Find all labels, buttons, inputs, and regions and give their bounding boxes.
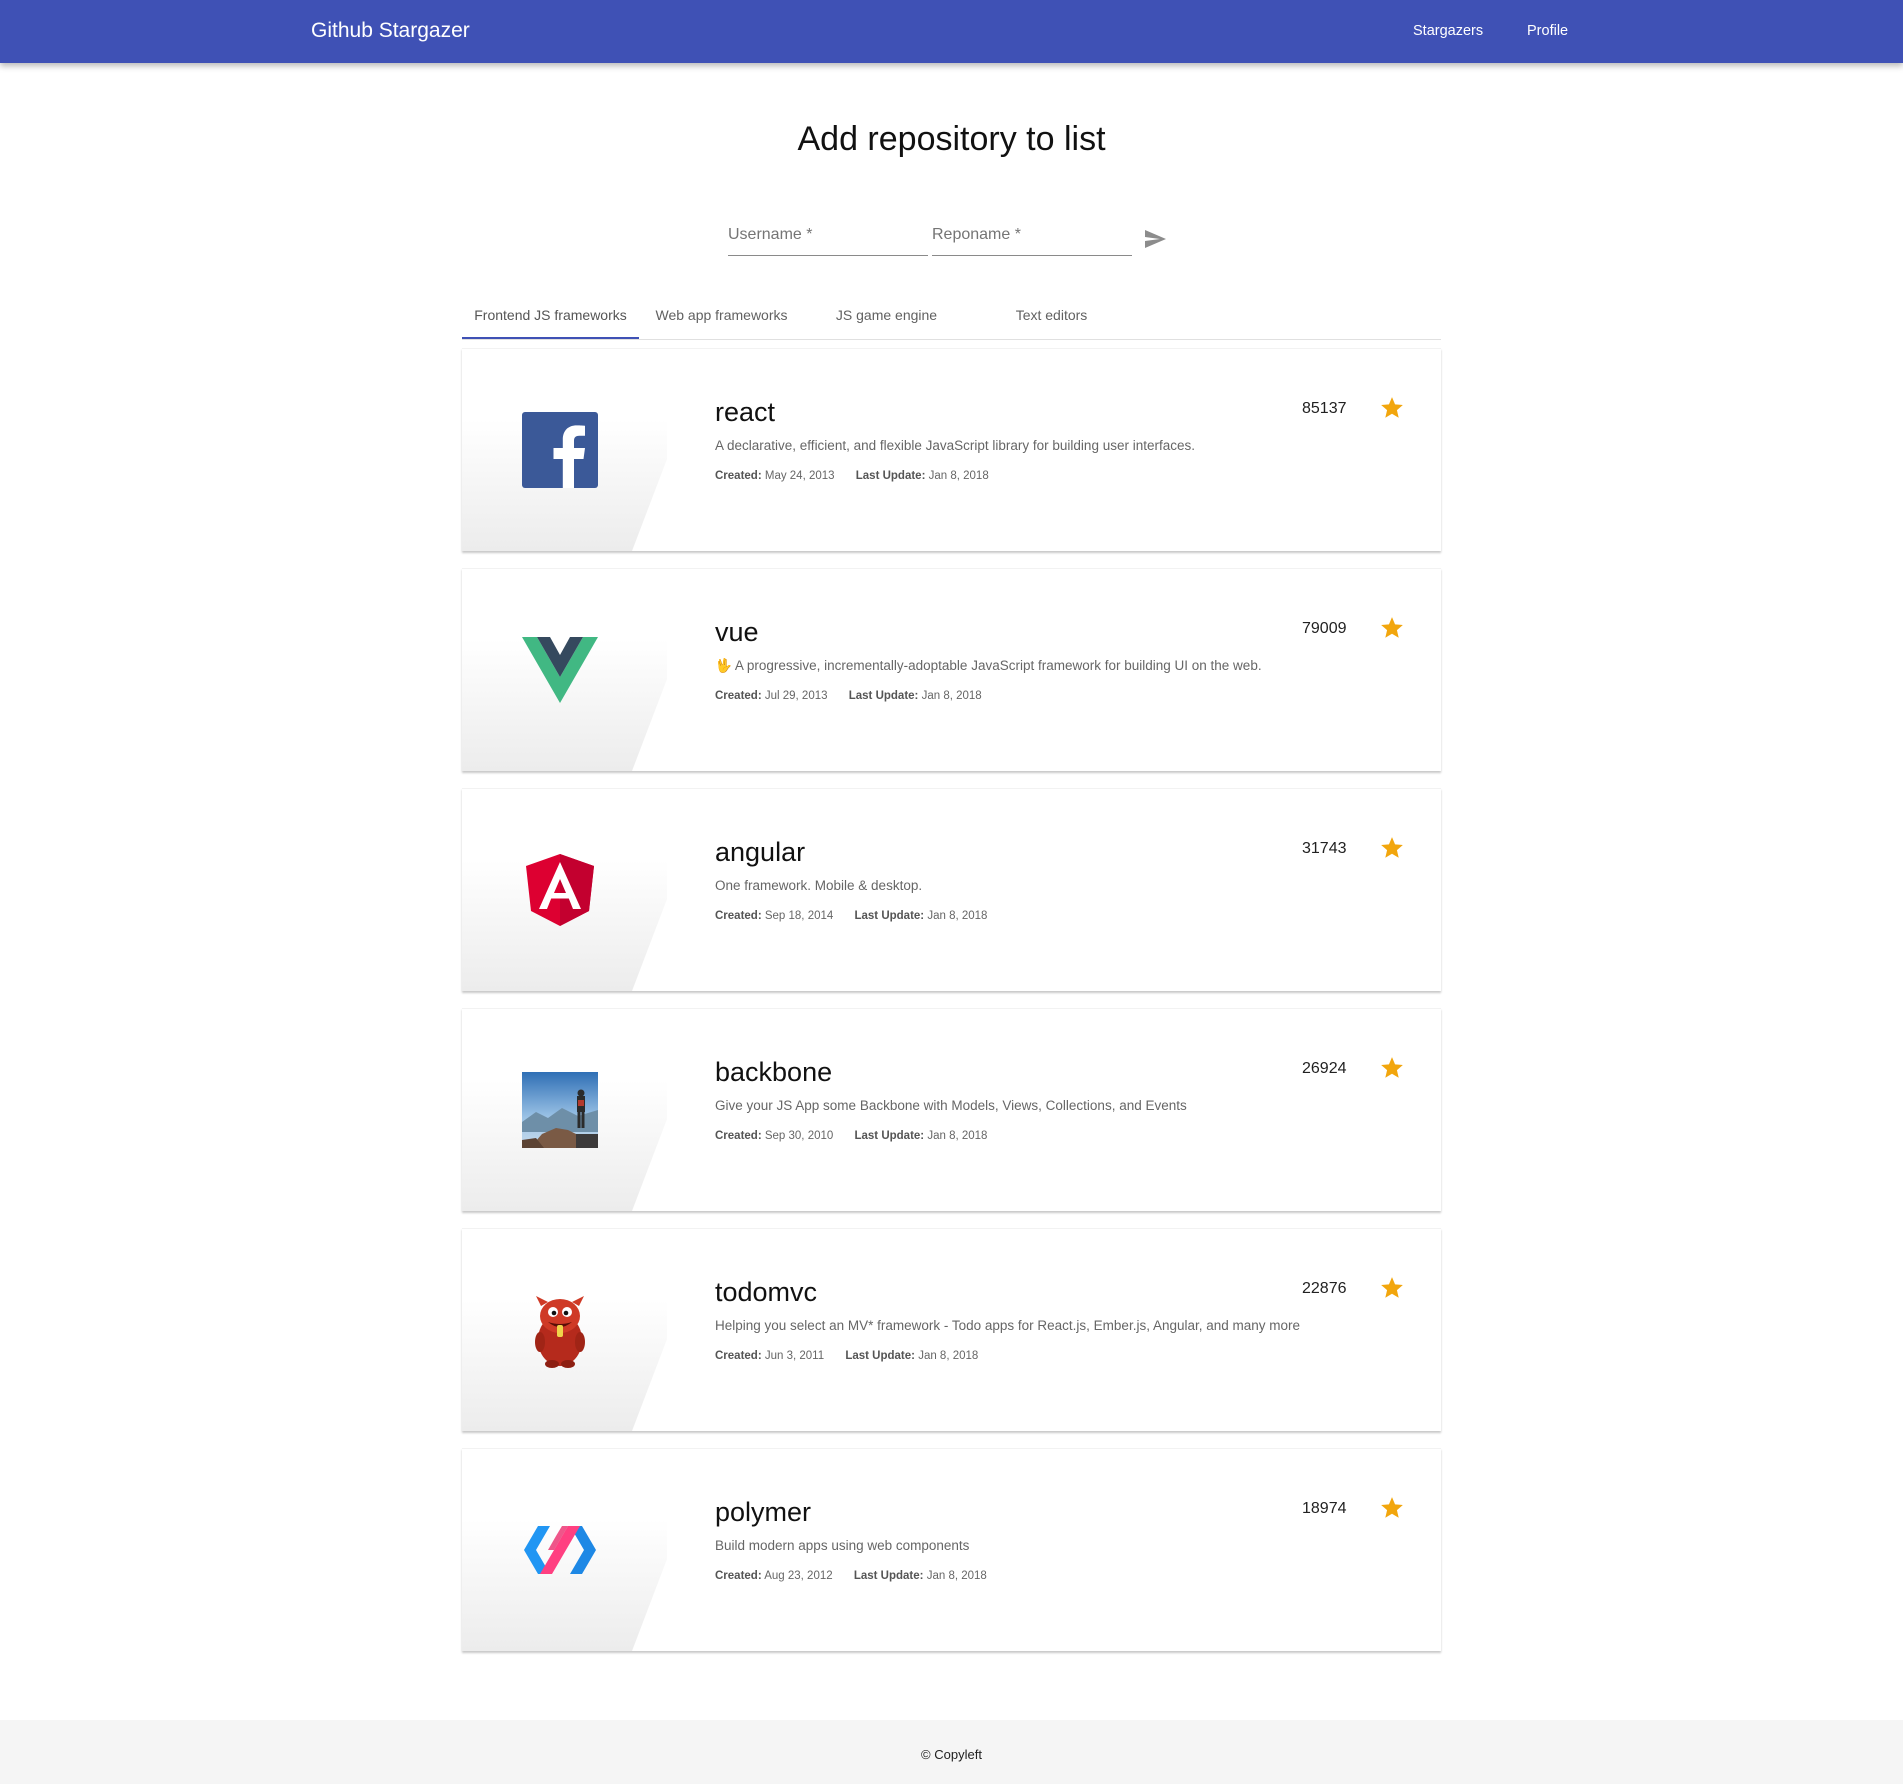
- repo-dates: Created: Jun 3, 2011 Last Update: Jan 8,…: [715, 1350, 978, 1362]
- star-icon[interactable]: [1379, 1495, 1405, 1521]
- star-icon[interactable]: [1379, 1055, 1405, 1081]
- star-icon[interactable]: [1379, 1275, 1405, 1301]
- created-date: Aug 23, 2012: [764, 1570, 833, 1582]
- footer: © Copyleft: [0, 1720, 1903, 1784]
- repo-description: Helping you select an MV* framework - To…: [715, 1318, 1301, 1333]
- send-icon: [1145, 229, 1166, 248]
- updated-date: Jan 8, 2018: [927, 1130, 988, 1142]
- repo-description: Build modern apps using web components: [715, 1538, 970, 1553]
- updated-date: Jan 8, 2018: [921, 690, 982, 702]
- repo-media: [462, 349, 667, 551]
- updated-label: Last Update:: [855, 470, 926, 482]
- repo-card: angular One framework. Mobile & desktop.…: [462, 788, 1441, 991]
- polymer-logo-icon: [522, 1512, 598, 1588]
- repo-card: polymer Build modern apps using web comp…: [462, 1448, 1441, 1651]
- category-tabs: Frontend JS frameworks Web app framework…: [462, 297, 1441, 340]
- repo-card: react A declarative, efficient, and flex…: [462, 348, 1441, 551]
- star-icon[interactable]: [1379, 615, 1405, 641]
- created-label: Created:: [715, 1350, 762, 1362]
- updated-label: Last Update:: [854, 910, 925, 922]
- tab-text-editors[interactable]: Text editors: [969, 297, 1134, 339]
- star-count: 18974: [1302, 1500, 1347, 1517]
- created-date: Jul 29, 2013: [764, 690, 828, 702]
- repo-name[interactable]: angular: [715, 837, 805, 868]
- repo-media: [462, 1009, 667, 1211]
- red-monster-logo-icon: [522, 1292, 598, 1368]
- created-label: Created:: [715, 1130, 762, 1142]
- repo-description: A declarative, efficient, and flexible J…: [715, 438, 1195, 453]
- angular-logo-icon: [522, 852, 598, 928]
- repo-dates: Created: May 24, 2013 Last Update: Jan 8…: [715, 470, 989, 482]
- updated-label: Last Update:: [848, 690, 919, 702]
- created-label: Created:: [715, 910, 762, 922]
- add-repo-button[interactable]: [1141, 226, 1169, 254]
- star-icon[interactable]: [1379, 395, 1405, 421]
- facebook-logo-icon: [522, 412, 598, 488]
- page-title: Add repository to list: [797, 120, 1106, 158]
- username-input[interactable]: [728, 216, 928, 254]
- repo-card: todomvc Helping you select an MV* framew…: [462, 1228, 1441, 1431]
- repo-dates: Created: Jul 29, 2013 Last Update: Jan 8…: [715, 690, 982, 702]
- reponame-field: [932, 216, 1132, 256]
- repo-dates: Created: Aug 23, 2012 Last Update: Jan 8…: [715, 1570, 987, 1582]
- repo-description: One framework. Mobile & desktop.: [715, 878, 923, 893]
- app-title[interactable]: Github Stargazer: [311, 19, 470, 43]
- repo-description: Give your JS App some Backbone with Mode…: [715, 1098, 1187, 1113]
- created-date: Jun 3, 2011: [764, 1350, 825, 1362]
- tab-js-game-engine[interactable]: JS game engine: [804, 297, 969, 339]
- repo-dates: Created: Sep 18, 2014 Last Update: Jan 8…: [715, 910, 987, 922]
- nav-profile-link[interactable]: Profile: [1527, 23, 1568, 39]
- repo-list: react A declarative, efficient, and flex…: [462, 348, 1441, 1668]
- vue-logo-icon: [522, 632, 598, 708]
- star-icon[interactable]: [1379, 835, 1405, 861]
- updated-label: Last Update:: [845, 1350, 915, 1362]
- updated-date: Jan 8, 2018: [928, 470, 989, 482]
- star-count: 26924: [1302, 1060, 1347, 1077]
- star-count: 79009: [1302, 620, 1347, 637]
- updated-date: Jan 8, 2018: [918, 1350, 979, 1362]
- tab-web-app-frameworks[interactable]: Web app frameworks: [639, 297, 804, 339]
- repo-media: [462, 569, 667, 771]
- app-bar: Github Stargazer Stargazers Profile: [0, 0, 1903, 63]
- reponame-input[interactable]: [932, 216, 1132, 254]
- nav-stargazers-link[interactable]: Stargazers: [1413, 23, 1483, 39]
- repo-name[interactable]: react: [715, 397, 775, 428]
- repo-media: [462, 1449, 667, 1651]
- repo-name[interactable]: todomvc: [715, 1277, 817, 1308]
- created-label: Created:: [715, 690, 762, 702]
- repo-card: vue 🖖 A progressive, incrementally-adopt…: [462, 568, 1441, 771]
- star-count: 85137: [1302, 400, 1347, 417]
- star-count: 31743: [1302, 840, 1347, 857]
- created-label: Created:: [715, 470, 762, 482]
- created-date: Sep 30, 2010: [764, 1130, 834, 1142]
- copyright-text: © Copyleft: [921, 1747, 982, 1762]
- updated-date: Jan 8, 2018: [927, 910, 988, 922]
- repo-dates: Created: Sep 30, 2010 Last Update: Jan 8…: [715, 1130, 987, 1142]
- active-tab-indicator: [462, 337, 639, 339]
- repo-media: [462, 789, 667, 991]
- created-date: May 24, 2013: [764, 470, 835, 482]
- repo-name[interactable]: polymer: [715, 1497, 811, 1528]
- repo-name[interactable]: vue: [715, 617, 759, 648]
- updated-label: Last Update:: [854, 1130, 925, 1142]
- repo-description: 🖖 A progressive, incrementally-adoptable…: [715, 658, 1262, 673]
- created-label: Created:: [715, 1570, 762, 1582]
- created-date: Sep 18, 2014: [764, 910, 834, 922]
- star-count: 22876: [1302, 1280, 1347, 1297]
- tab-frontend-js-frameworks[interactable]: Frontend JS frameworks: [462, 297, 639, 339]
- repo-name[interactable]: backbone: [715, 1057, 832, 1088]
- updated-label: Last Update:: [853, 1570, 924, 1582]
- username-field: [728, 216, 928, 256]
- mountain-photo-icon: [522, 1072, 598, 1148]
- repo-media: [462, 1229, 667, 1431]
- updated-date: Jan 8, 2018: [926, 1570, 987, 1582]
- repo-card: backbone Give your JS App some Backbone …: [462, 1008, 1441, 1211]
